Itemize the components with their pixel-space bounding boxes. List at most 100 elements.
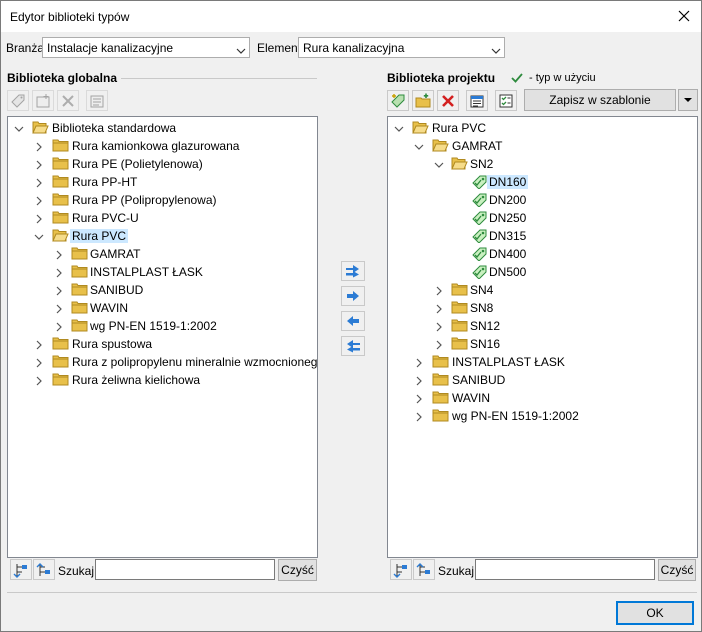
tree-node[interactable]: GAMRAT — [8, 245, 308, 263]
chevron-right-icon[interactable] — [34, 177, 44, 188]
chevron-down-icon[interactable] — [434, 159, 444, 169]
chevron-down-icon[interactable] — [394, 123, 404, 133]
chevron-down-icon[interactable] — [34, 231, 44, 241]
project-search-input[interactable] — [475, 559, 655, 580]
tree-node[interactable]: SANIBUD — [8, 281, 308, 299]
copy-all-right-button[interactable] — [341, 261, 365, 281]
project-tree[interactable]: Rura PVC GAMRAT SN2 DN160 DN200 DN250 DN… — [387, 116, 698, 558]
chevron-right-icon[interactable] — [414, 393, 424, 404]
folder-open-icon — [52, 228, 69, 243]
tree-node[interactable]: SN2 — [388, 155, 688, 173]
tree-node[interactable]: DN250 — [388, 209, 688, 227]
tree-node-label: Rura PVC — [432, 121, 487, 135]
chevron-right-icon[interactable] — [54, 321, 64, 332]
ok-button[interactable]: OK — [616, 601, 694, 625]
tools-button[interactable] — [57, 90, 79, 111]
chevron-down-icon[interactable] — [14, 123, 24, 133]
project-clear-button[interactable]: Czyść — [658, 559, 696, 581]
tree-node[interactable]: wg PN-EN 1519-1:2002 — [8, 317, 308, 335]
chevron-right-icon[interactable] — [34, 213, 44, 224]
tree-node[interactable]: Rura kamionkowa glazurowana — [8, 137, 308, 155]
branza-select[interactable]: Instalacje kanalizacyjne — [42, 37, 250, 58]
add-tag-button[interactable] — [387, 90, 409, 111]
tree-node-label: SN12 — [470, 319, 501, 333]
tree-node-label: GAMRAT — [90, 247, 141, 261]
tree-node[interactable]: DN200 — [388, 191, 688, 209]
tree-node[interactable]: INSTALPLAST ŁASK — [8, 263, 308, 281]
copy-right-button[interactable] — [341, 286, 365, 306]
chevron-right-icon[interactable] — [54, 285, 64, 296]
tree-node[interactable]: DN315 — [388, 227, 688, 245]
tree-node-selected[interactable]: Rura PVC — [8, 227, 308, 245]
copy-all-left-button[interactable] — [341, 336, 365, 356]
tag-icon — [471, 264, 488, 280]
branza-label: Branża — [6, 41, 45, 55]
tree-node[interactable]: INSTALPLAST ŁASK — [388, 353, 688, 371]
chevron-right-icon[interactable] — [34, 159, 44, 170]
chevron-right-icon[interactable] — [34, 357, 44, 368]
add-folder-button[interactable] — [412, 90, 434, 111]
folder-icon — [52, 138, 69, 153]
chevron-right-icon[interactable] — [434, 303, 444, 314]
tree-node[interactable]: GAMRAT — [388, 137, 688, 155]
chevron-right-icon[interactable] — [54, 267, 64, 278]
sort-button[interactable] — [495, 90, 517, 111]
chevron-right-icon[interactable] — [34, 195, 44, 206]
expand-all-button[interactable] — [10, 559, 32, 580]
tree-node[interactable]: Rura żeliwna kielichowa — [8, 371, 308, 389]
save-template-dropdown[interactable] — [678, 89, 698, 111]
collapse-all-icon — [36, 563, 50, 576]
tree-node[interactable]: WAVIN — [388, 389, 688, 407]
tree-node[interactable]: Rura spustowa — [8, 335, 308, 353]
chevron-right-icon[interactable] — [414, 411, 424, 422]
new-tag-button[interactable] — [7, 90, 29, 111]
chevron-right-icon[interactable] — [34, 339, 44, 350]
chevron-down-icon — [236, 44, 246, 54]
collapse-all-button[interactable] — [33, 559, 55, 580]
folder-icon — [52, 354, 69, 369]
chevron-right-icon[interactable] — [414, 375, 424, 386]
chevron-right-icon[interactable] — [54, 303, 64, 314]
tag-icon — [471, 228, 488, 244]
global-tree[interactable]: Biblioteka standardowa Rura kamionkowa g… — [7, 116, 318, 558]
expand-all-button[interactable] — [390, 559, 412, 580]
tree-node[interactable]: wg PN-EN 1519-1:2002 — [388, 407, 688, 425]
tree-node[interactable]: Rura PVC-U — [8, 209, 308, 227]
tree-node[interactable]: Rura PVC — [388, 119, 688, 137]
tree-node[interactable]: SN12 — [388, 317, 688, 335]
tree-node[interactable]: DN500 — [388, 263, 688, 281]
tree-node-selected[interactable]: DN160 — [388, 173, 688, 191]
chevron-down-icon[interactable] — [414, 141, 424, 151]
copy-left-button[interactable] — [341, 311, 365, 331]
global-search-input[interactable] — [95, 559, 275, 580]
chevron-right-icon[interactable] — [34, 375, 44, 386]
chevron-right-icon[interactable] — [414, 357, 424, 368]
tree-node[interactable]: Rura PE (Polietylenowa) — [8, 155, 308, 173]
chevron-right-icon[interactable] — [34, 141, 44, 152]
new-folder-button[interactable] — [32, 90, 54, 111]
tree-node[interactable]: SN8 — [388, 299, 688, 317]
tree-node[interactable]: SANIBUD — [388, 371, 688, 389]
chevron-right-icon[interactable] — [434, 321, 444, 332]
chevron-right-icon[interactable] — [434, 339, 444, 350]
global-clear-button[interactable]: Czyść — [278, 559, 317, 581]
tree-node[interactable]: WAVIN — [8, 299, 308, 317]
chevron-right-icon[interactable] — [54, 249, 64, 260]
collapse-all-button[interactable] — [413, 559, 435, 580]
tree-node[interactable]: Rura PP-HT — [8, 173, 308, 191]
properties-button[interactable] — [86, 90, 108, 111]
save-template-button[interactable]: Zapisz w szablonie — [524, 89, 676, 111]
tree-node[interactable]: Rura z polipropylenu mineralnie wzmocnio… — [8, 353, 317, 371]
project-properties-button[interactable] — [466, 90, 488, 111]
folder-icon — [52, 372, 69, 387]
tree-node[interactable]: SN16 — [388, 335, 688, 353]
tree-node[interactable]: SN4 — [388, 281, 688, 299]
tree-node[interactable]: Rura PP (Polipropylenowa) — [8, 191, 308, 209]
tree-node[interactable]: Biblioteka standardowa — [8, 119, 308, 137]
chevron-right-icon[interactable] — [434, 285, 444, 296]
element-select[interactable]: Rura kanalizacyjna — [298, 37, 505, 58]
delete-button[interactable] — [437, 90, 459, 111]
double-arrow-left-icon — [347, 340, 360, 353]
close-icon[interactable] — [675, 7, 693, 25]
tree-node[interactable]: DN400 — [388, 245, 688, 263]
